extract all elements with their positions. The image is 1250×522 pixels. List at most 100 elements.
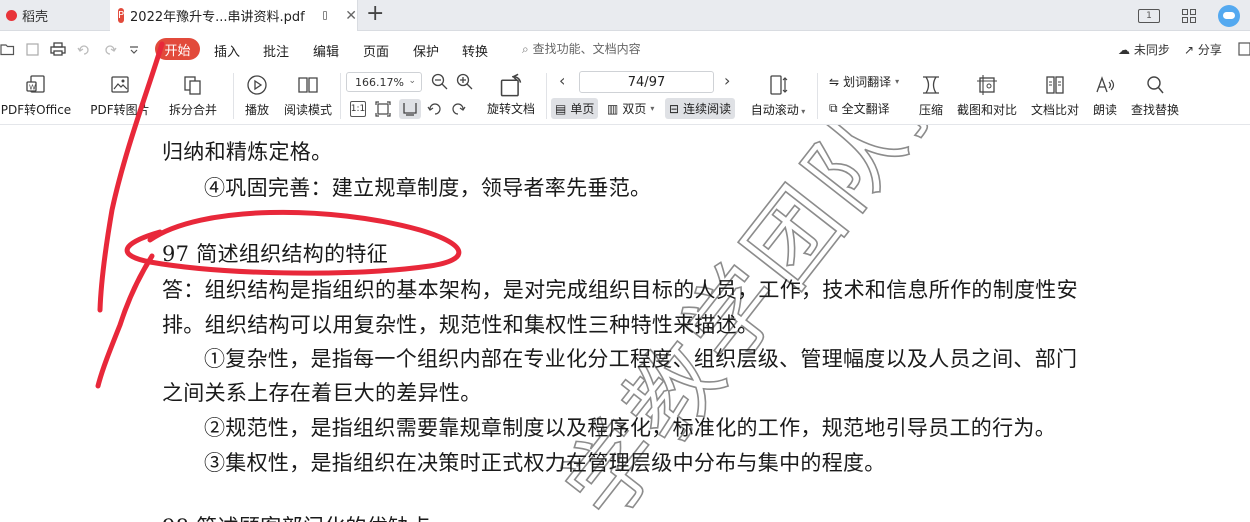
share-button[interactable]: ↗ 分享 bbox=[1184, 41, 1222, 58]
split-merge-button[interactable]: 拆分合并 bbox=[163, 74, 223, 118]
user-avatar[interactable] bbox=[1218, 4, 1240, 27]
previous-page-icon[interactable]: ‹ bbox=[559, 71, 565, 90]
redo-icon[interactable] bbox=[105, 45, 117, 55]
split-merge-icon bbox=[184, 76, 201, 95]
pdf-to-image-button[interactable]: PDF转图片 bbox=[90, 74, 150, 118]
text-line: 答：组织结构是指组织的基本架构，是对完成组织目标的人员，工作，技术和信息所作的制… bbox=[162, 278, 1078, 302]
menu-annotate[interactable]: 批注 bbox=[263, 41, 289, 60]
menu-start[interactable]: 开始 bbox=[155, 38, 200, 60]
compress-button[interactable]: 压缩 bbox=[914, 74, 948, 118]
search-box[interactable]: ⌕ 查找功能、文档内容 bbox=[522, 40, 641, 57]
rotate-document-button[interactable]: 旋转文档 bbox=[484, 72, 538, 117]
customize-dropdown-icon[interactable] bbox=[130, 46, 138, 54]
new-tab-button[interactable]: + bbox=[366, 3, 384, 25]
menu-page[interactable]: 页面 bbox=[363, 41, 389, 60]
share-icon: ↗ bbox=[1184, 43, 1195, 57]
rotate-document-icon bbox=[500, 73, 522, 97]
menu-insert[interactable]: 插入 bbox=[214, 41, 240, 60]
sync-status[interactable]: ☁ 未同步 bbox=[1118, 41, 1170, 58]
zoom-select[interactable]: 166.17% ⌄ bbox=[346, 72, 422, 92]
single-page-icon: ▤ bbox=[555, 101, 567, 116]
read-aloud-label: 朗读 bbox=[1092, 103, 1117, 117]
menu-row: 开始 插入 批注 编辑 页面 保护 转换 ⌕ 查找功能、文档内容 ☁ 未同步 ↗… bbox=[0, 31, 1250, 67]
read-mode-button[interactable]: 阅读模式 bbox=[282, 74, 334, 118]
rotate-document-label: 旋转文档 bbox=[486, 102, 535, 116]
screenshot-icon bbox=[977, 75, 997, 95]
float-window-icon[interactable] bbox=[322, 11, 328, 20]
word-translate-button[interactable]: ⇋ 划词翻译 ▾ bbox=[829, 73, 899, 90]
find-replace-label: 查找替换 bbox=[1130, 103, 1179, 117]
zoom-in-icon[interactable] bbox=[456, 73, 474, 91]
full-translate-label: 全文翻译 bbox=[841, 102, 890, 116]
quick-access-toolbar bbox=[0, 42, 138, 56]
tab-bar: 稻壳 P 2022年豫升专...串讲资料.pdf ✕ + 1 bbox=[0, 0, 1250, 31]
screenshot-compare-label: 截图和对比 bbox=[956, 103, 1017, 117]
actual-size-icon[interactable]: 1:1 bbox=[350, 101, 366, 117]
continuous-read-button[interactable]: ⊟ 连续阅读 bbox=[665, 98, 736, 119]
close-tab-icon[interactable]: ✕ bbox=[345, 8, 357, 24]
split-merge-label: 拆分合并 bbox=[168, 103, 217, 117]
apps-grid-icon[interactable] bbox=[1182, 8, 1196, 23]
window-controls: 1 bbox=[1138, 0, 1250, 31]
pdf-to-image-icon bbox=[111, 76, 129, 93]
rotate-right-icon[interactable] bbox=[451, 101, 467, 117]
chevron-down-icon: ⌄ bbox=[408, 76, 416, 86]
print-icon[interactable] bbox=[50, 42, 66, 56]
find-replace-button[interactable]: 查找替换 bbox=[1128, 74, 1182, 118]
auto-scroll-button[interactable]: 自动滚动 ▾ bbox=[748, 74, 808, 118]
fit-width-icon[interactable] bbox=[399, 99, 421, 119]
question-heading: 97 简述组织结构的特征 bbox=[162, 242, 388, 266]
chevron-down-icon: ▾ bbox=[798, 107, 806, 116]
text-line: ①复杂性，是指每一个组织内部在专业化分工程度、组织层级、管理幅度以及人员之间、部… bbox=[204, 347, 1078, 371]
translate-icon: ⇋ bbox=[829, 74, 840, 89]
screenshot-compare-button[interactable]: 截图和对比 bbox=[955, 74, 1019, 118]
text-line: 之间关系上存在着巨大的差异性。 bbox=[162, 381, 482, 405]
tab-document-title: 2022年豫升专...串讲资料.pdf bbox=[130, 10, 305, 25]
toolbar-divider bbox=[817, 73, 818, 119]
document-compare-button[interactable]: 文档比对 bbox=[1029, 74, 1081, 118]
text-line: ②规范性，是指组织需要靠规章制度以及程序化，标准化的工作，规范地引导员工的行为。 bbox=[204, 416, 1056, 440]
read-aloud-button[interactable]: 朗读 bbox=[1088, 74, 1122, 118]
pdf-to-office-label: PDF转Office bbox=[0, 103, 72, 117]
search-icon: ⌕ bbox=[522, 42, 529, 56]
continuous-read-icon: ⊟ bbox=[669, 101, 680, 116]
double-page-label: 双页 bbox=[622, 102, 647, 116]
more-options-icon[interactable] bbox=[1238, 42, 1250, 56]
document-view[interactable]: 学教学团队提供 归纳和精炼定格。 ④巩固完善：建立规章制度，领导者率先垂范。 9… bbox=[0, 125, 1250, 522]
open-folder-icon[interactable] bbox=[0, 44, 15, 56]
tab-document[interactable]: P 2022年豫升专...串讲资料.pdf ✕ bbox=[110, 0, 358, 31]
daoke-logo-icon bbox=[6, 10, 17, 21]
share-label: 分享 bbox=[1197, 43, 1222, 57]
menu-edit[interactable]: 编辑 bbox=[313, 41, 339, 60]
page-number-input[interactable]: 74/97 bbox=[579, 71, 714, 93]
cloud-sync-icon: ☁ bbox=[1118, 43, 1130, 57]
pdf-file-icon: P bbox=[118, 8, 125, 23]
fit-page-icon[interactable] bbox=[375, 101, 391, 117]
pdf-to-office-button[interactable]: W PDF转Office bbox=[0, 74, 76, 118]
auto-scroll-icon bbox=[770, 75, 788, 95]
menu-protect[interactable]: 保护 bbox=[413, 41, 439, 60]
next-page-icon[interactable]: › bbox=[724, 71, 730, 90]
pdf-to-office-icon: W bbox=[26, 75, 45, 93]
save-icon[interactable] bbox=[26, 43, 39, 56]
document-compare-icon bbox=[1046, 76, 1064, 94]
double-page-button[interactable]: ▥ 双页 ▾ bbox=[607, 100, 654, 117]
word-translate-label: 划词翻译 bbox=[843, 75, 892, 89]
text-line: ④巩固完善：建立规章制度，领导者率先垂范。 bbox=[204, 176, 652, 200]
tab-home-label: 稻壳 bbox=[22, 10, 49, 25]
tab-home[interactable]: 稻壳 bbox=[0, 0, 108, 31]
workspace-icon[interactable]: 1 bbox=[1138, 8, 1160, 23]
full-translate-button[interactable]: ⧉ 全文翻译 bbox=[829, 100, 890, 117]
zoom-out-icon[interactable] bbox=[431, 73, 449, 91]
find-icon bbox=[1147, 76, 1164, 94]
single-page-button[interactable]: ▤ 单页 bbox=[551, 98, 599, 119]
text-line: ③集权性，是指组织在决策时正式权力在管理层级中分布与集中的程度。 bbox=[204, 451, 886, 475]
play-button[interactable]: 播放 bbox=[240, 74, 274, 118]
double-page-icon: ▥ bbox=[607, 101, 619, 116]
rotate-left-icon[interactable] bbox=[426, 101, 442, 117]
menu-convert[interactable]: 转换 bbox=[462, 41, 488, 60]
undo-icon[interactable] bbox=[77, 45, 89, 55]
chevron-down-icon: ▾ bbox=[895, 77, 900, 86]
zoom-value: 166.17% bbox=[355, 75, 404, 89]
pdf-to-image-label: PDF转图片 bbox=[90, 103, 150, 117]
